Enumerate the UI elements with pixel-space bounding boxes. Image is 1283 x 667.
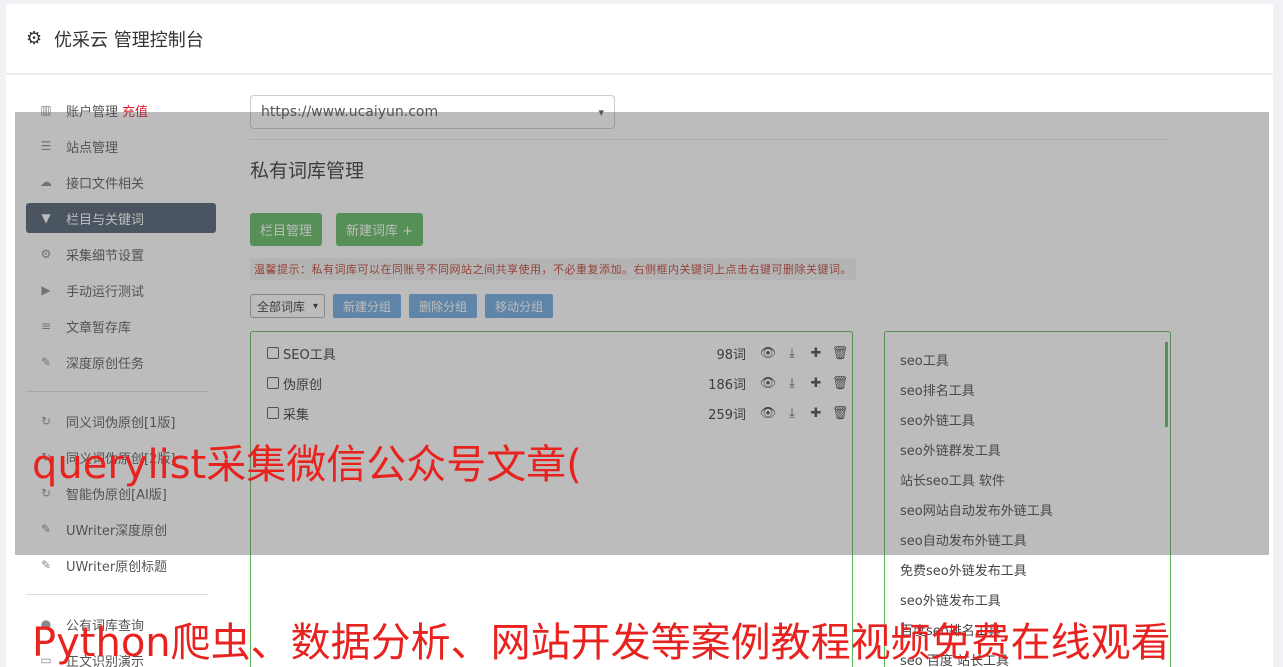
- keyword-item[interactable]: 免费seo外链发布工具: [885, 554, 1170, 584]
- overlay-caption-1: querylist采集微信公众号文章(: [32, 442, 582, 488]
- top-header: ⚙ 优采云 管理控制台: [6, 4, 1273, 74]
- sidebar-divider: [26, 594, 208, 595]
- sidebar-item-label: UWriter原创标题: [66, 559, 168, 575]
- edit-icon: ✎: [40, 558, 52, 572]
- gear-icon: ⚙: [26, 27, 43, 49]
- app-root: ⚙ 优采云 管理控制台 ▥ 账户管理 充值 ☰ 站点管理 ☁ 接口文件相关 ▼ 栏目与关键…: [0, 0, 1283, 667]
- app-title: 优采云 管理控制台: [54, 29, 204, 51]
- overlay-caption-2: Python爬虫、数据分析、网站开发等案例教程视频免费在线观看: [32, 620, 1171, 666]
